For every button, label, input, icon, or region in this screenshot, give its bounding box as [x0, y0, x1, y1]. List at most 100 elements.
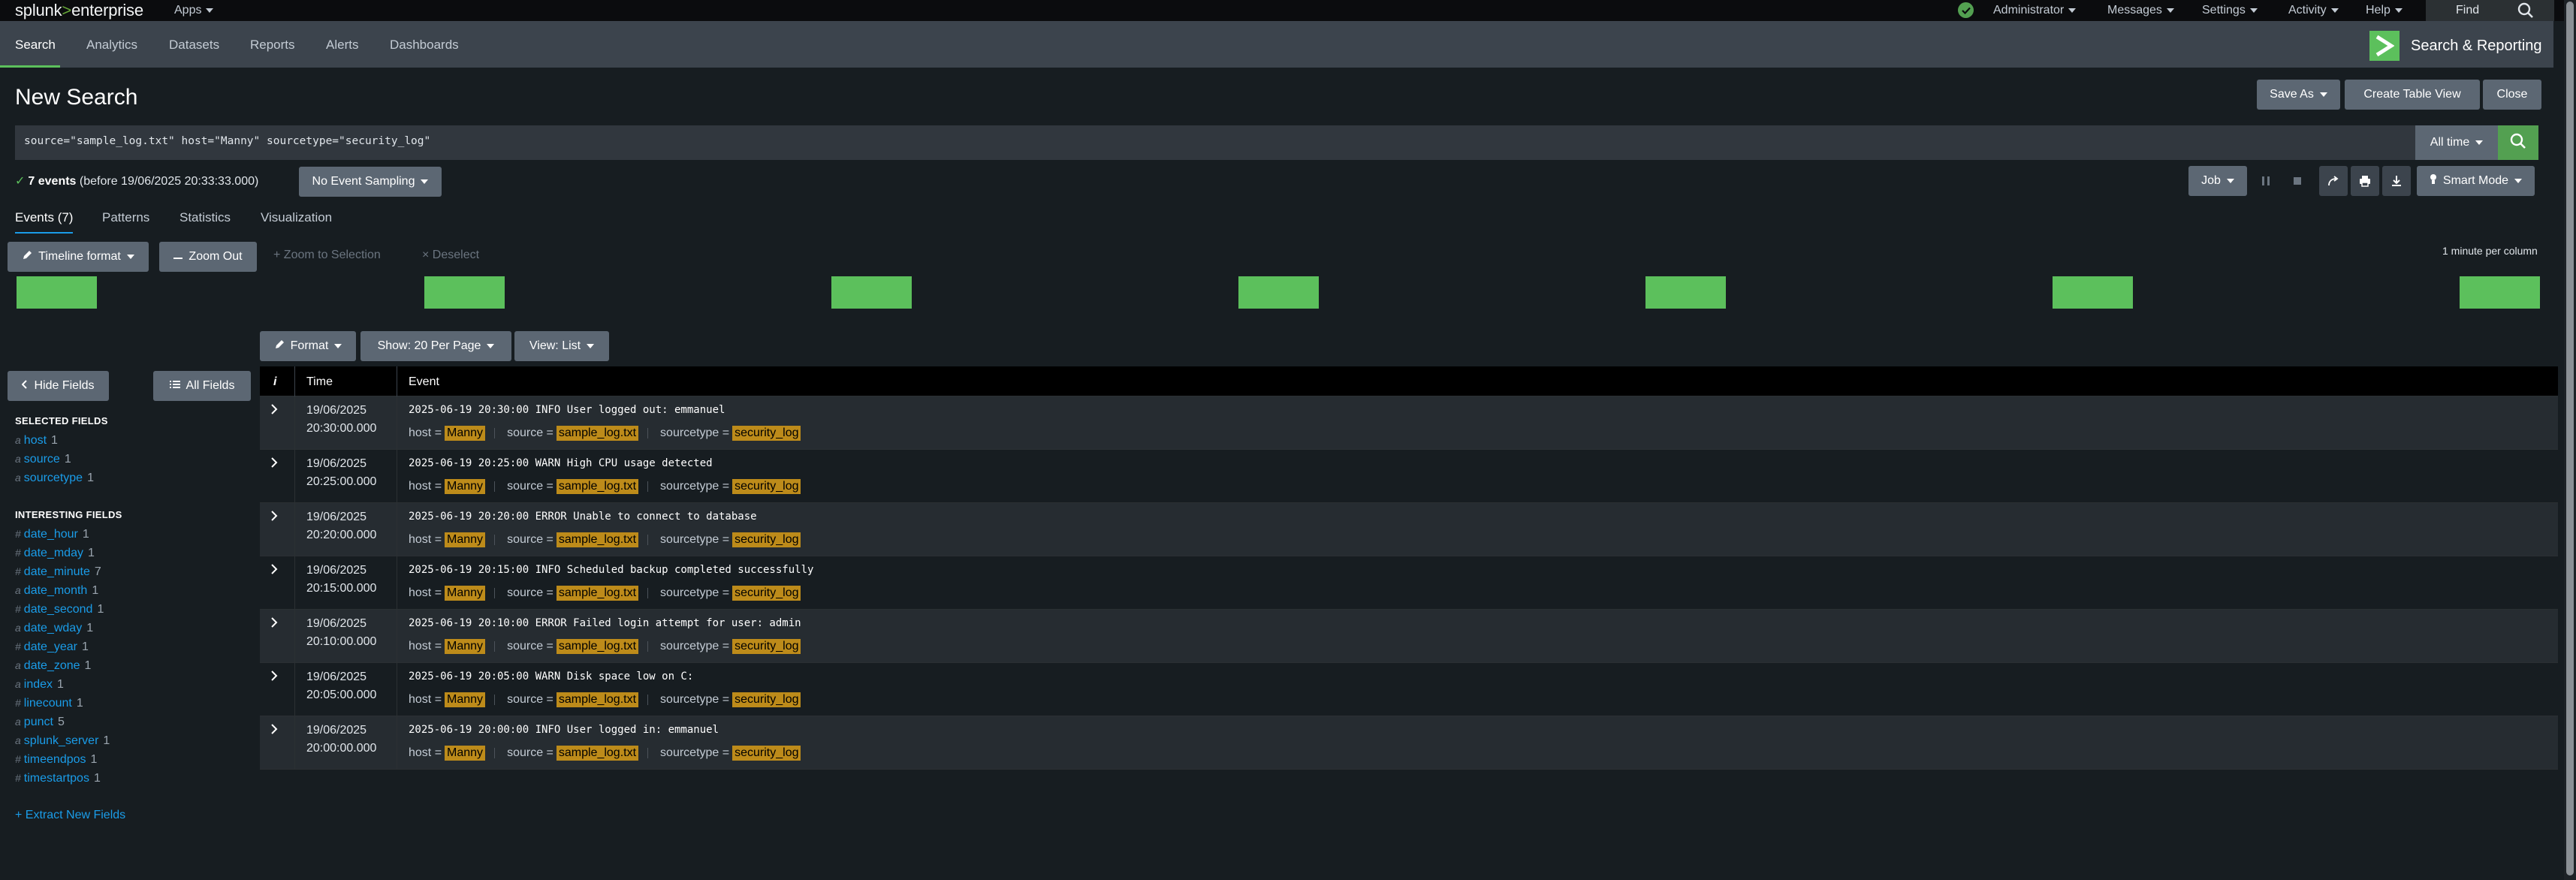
scrollbar-thumb[interactable]: [2566, 2, 2574, 875]
time-column-header[interactable]: Time: [306, 375, 333, 389]
source-value[interactable]: sample_log.txt: [556, 479, 639, 494]
messages-menu[interactable]: Messages: [2107, 4, 2174, 17]
field-item[interactable]: # date_year 1: [15, 640, 89, 654]
nav-tab-dashboards[interactable]: Dashboards: [390, 38, 459, 53]
nav-tab-reports[interactable]: Reports: [250, 38, 295, 53]
find-input[interactable]: Find: [2426, 0, 2554, 21]
zoom-to-selection-button[interactable]: + Zoom to Selection: [273, 249, 381, 262]
tab-statistics[interactable]: Statistics: [179, 210, 231, 225]
source-value[interactable]: sample_log.txt: [556, 586, 639, 601]
pause-icon[interactable]: [2253, 166, 2279, 196]
timeline-bar[interactable]: [2053, 276, 2133, 309]
sourcetype-value[interactable]: security_log: [732, 746, 801, 761]
stop-icon[interactable]: [2285, 166, 2310, 196]
search-submit-button[interactable]: [2498, 125, 2538, 160]
time-range-picker[interactable]: All time: [2415, 125, 2498, 160]
source-value[interactable]: sample_log.txt: [556, 532, 639, 547]
search-icon[interactable]: [2517, 2, 2535, 23]
zoom-out-button[interactable]: Zoom Out: [159, 242, 257, 272]
event-sampling-dropdown[interactable]: No Event Sampling: [299, 167, 442, 197]
chevron-right-icon[interactable]: [270, 511, 278, 525]
sourcetype-value[interactable]: security_log: [732, 532, 801, 547]
field-item[interactable]: a host 1: [15, 434, 58, 448]
source-value[interactable]: sample_log.txt: [556, 692, 639, 707]
source-value[interactable]: sample_log.txt: [556, 639, 639, 654]
app-logo-icon[interactable]: [2369, 31, 2400, 61]
field-item[interactable]: a splunk_server 1: [15, 734, 110, 748]
close-button[interactable]: Close: [2483, 80, 2541, 110]
timeline-bar[interactable]: [2460, 276, 2540, 309]
chevron-right-icon[interactable]: [270, 617, 278, 631]
save-as-button[interactable]: Save As: [2257, 80, 2340, 110]
app-name[interactable]: Search & Reporting: [2411, 38, 2542, 55]
job-menu[interactable]: Job: [2188, 166, 2247, 196]
view-dropdown[interactable]: View: List: [514, 331, 609, 361]
all-fields-button[interactable]: All Fields: [153, 371, 251, 401]
tab-events[interactable]: Events (7): [15, 210, 73, 225]
check-circle-icon[interactable]: [1958, 2, 1974, 18]
source-value[interactable]: sample_log.txt: [556, 426, 639, 441]
chevron-right-icon[interactable]: [270, 404, 278, 418]
host-value[interactable]: Manny: [445, 639, 486, 654]
print-icon[interactable]: [2351, 166, 2379, 196]
download-icon[interactable]: [2382, 166, 2411, 196]
tab-visualization[interactable]: Visualization: [261, 210, 332, 225]
format-button[interactable]: Format: [260, 331, 356, 361]
sourcetype-value[interactable]: security_log: [732, 639, 801, 654]
share-icon[interactable]: [2319, 166, 2348, 196]
host-value[interactable]: Manny: [445, 479, 486, 494]
host-value[interactable]: Manny: [445, 586, 486, 601]
search-mode-dropdown[interactable]: Smart Mode: [2417, 166, 2535, 196]
chevron-right-icon[interactable]: [270, 457, 278, 472]
tab-patterns[interactable]: Patterns: [102, 210, 149, 225]
field-item[interactable]: # timeendpos 1: [15, 753, 97, 767]
host-value[interactable]: Manny: [445, 746, 486, 761]
hide-fields-button[interactable]: Hide Fields: [8, 371, 109, 401]
search-input[interactable]: source="sample_log.txt" host="Manny" sou…: [15, 125, 2415, 160]
per-page-dropdown[interactable]: Show: 20 Per Page: [360, 331, 511, 361]
source-value[interactable]: sample_log.txt: [556, 746, 639, 761]
splunk-logo[interactable]: splunk>enterprise: [15, 1, 143, 20]
timeline-format-button[interactable]: Timeline format: [8, 242, 149, 272]
administrator-menu[interactable]: Administrator: [1993, 4, 2077, 17]
nav-tab-analytics[interactable]: Analytics: [86, 38, 137, 53]
nav-tab-datasets[interactable]: Datasets: [169, 38, 219, 53]
deselect-button[interactable]: × Deselect: [422, 249, 479, 262]
extract-new-fields-link[interactable]: + Extract New Fields: [15, 809, 125, 822]
host-value[interactable]: Manny: [445, 532, 486, 547]
field-item[interactable]: # timestartpos 1: [15, 772, 101, 785]
field-item[interactable]: # linecount 1: [15, 697, 83, 710]
timeline-bar[interactable]: [831, 276, 912, 309]
sourcetype-value[interactable]: security_log: [732, 426, 801, 441]
sourcetype-value[interactable]: security_log: [732, 586, 801, 601]
field-item[interactable]: # date_mday 1: [15, 547, 95, 560]
field-item[interactable]: a sourcetype 1: [15, 472, 94, 485]
nav-tab-search[interactable]: Search: [15, 38, 56, 53]
activity-menu[interactable]: Activity: [2288, 4, 2339, 17]
create-table-view-button[interactable]: Create Table View: [2345, 80, 2480, 110]
sourcetype-value[interactable]: security_log: [732, 692, 801, 707]
field-item[interactable]: # date_minute 7: [15, 565, 101, 579]
field-item[interactable]: a date_month 1: [15, 584, 98, 598]
field-item[interactable]: a date_zone 1: [15, 659, 91, 673]
field-item[interactable]: # date_second 1: [15, 603, 104, 616]
field-item[interactable]: a source 1: [15, 453, 71, 466]
timeline-bar[interactable]: [424, 276, 505, 309]
help-menu[interactable]: Help: [2366, 4, 2403, 17]
chevron-right-icon[interactable]: [270, 564, 278, 578]
host-value[interactable]: Manny: [445, 692, 486, 707]
nav-tab-alerts[interactable]: Alerts: [326, 38, 358, 53]
settings-menu[interactable]: Settings: [2202, 4, 2258, 17]
host-value[interactable]: Manny: [445, 426, 486, 441]
chevron-right-icon[interactable]: [270, 671, 278, 685]
timeline-bar[interactable]: [1645, 276, 1726, 309]
chevron-right-icon[interactable]: [270, 724, 278, 738]
apps-menu[interactable]: Apps: [174, 4, 214, 17]
timeline-bar[interactable]: [1238, 276, 1319, 309]
field-item[interactable]: a punct 5: [15, 716, 65, 729]
timeline-bar[interactable]: [17, 276, 97, 309]
field-item[interactable]: a index 1: [15, 678, 64, 692]
field-item[interactable]: # date_hour 1: [15, 528, 89, 541]
sourcetype-value[interactable]: security_log: [732, 479, 801, 494]
field-item[interactable]: a date_wday 1: [15, 622, 93, 635]
